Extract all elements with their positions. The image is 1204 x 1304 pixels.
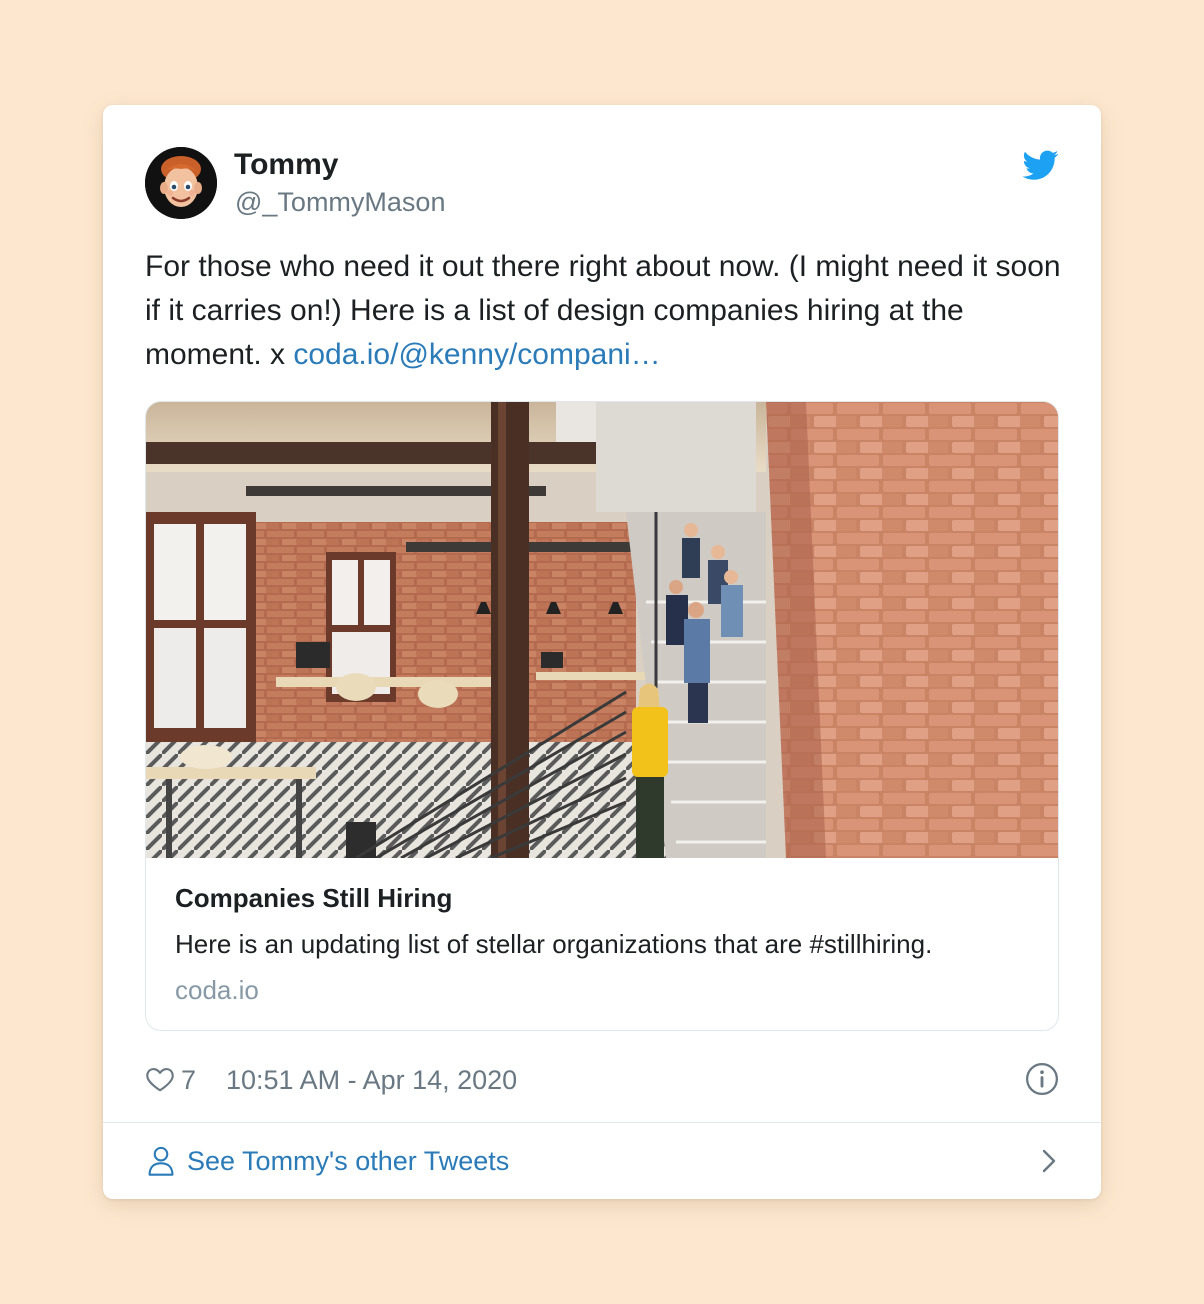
tweet-embed-card: Tommy @_TommyMason For those who need it… [103, 105, 1101, 1199]
tweet-link[interactable]: coda.io/@kenny/compani… [293, 338, 660, 371]
author-avatar[interactable] [145, 147, 217, 219]
author-handle[interactable]: @_TommyMason [235, 186, 445, 218]
footer-divider [103, 1122, 1101, 1123]
memoji-avatar-image [145, 147, 217, 219]
chevron-right-icon[interactable] [1039, 1147, 1059, 1175]
heart-icon[interactable] [145, 1064, 175, 1094]
see-other-tweets-link[interactable]: See Tommy's other Tweets [145, 1141, 1059, 1181]
like-count[interactable]: 7 [181, 1063, 196, 1097]
tweet-timestamp[interactable]: 10:51 AM - Apr 14, 2020 [226, 1063, 517, 1097]
tweet-header: Tommy @_TommyMason [145, 147, 1061, 219]
link-preview-card[interactable]: Companies Still Hiring Here is an updati… [145, 401, 1059, 1031]
office-photo-image [146, 402, 1058, 858]
see-other-tweets-label[interactable]: See Tommy's other Tweets [187, 1144, 509, 1178]
person-icon [148, 1146, 174, 1176]
info-icon[interactable] [1025, 1062, 1059, 1096]
tweet-body-text: For those who need it out there right ab… [145, 245, 1065, 377]
twitter-bird-icon[interactable] [1021, 147, 1061, 183]
link-card-title[interactable]: Companies Still Hiring [175, 882, 452, 914]
link-card-description: Here is an updating list of stellar orga… [175, 929, 933, 959]
tweet-actions-bar: 7 10:51 AM - Apr 14, 2020 [145, 1061, 1059, 1099]
author-name[interactable]: Tommy [234, 147, 338, 183]
link-card-domain: coda.io [175, 975, 259, 1005]
